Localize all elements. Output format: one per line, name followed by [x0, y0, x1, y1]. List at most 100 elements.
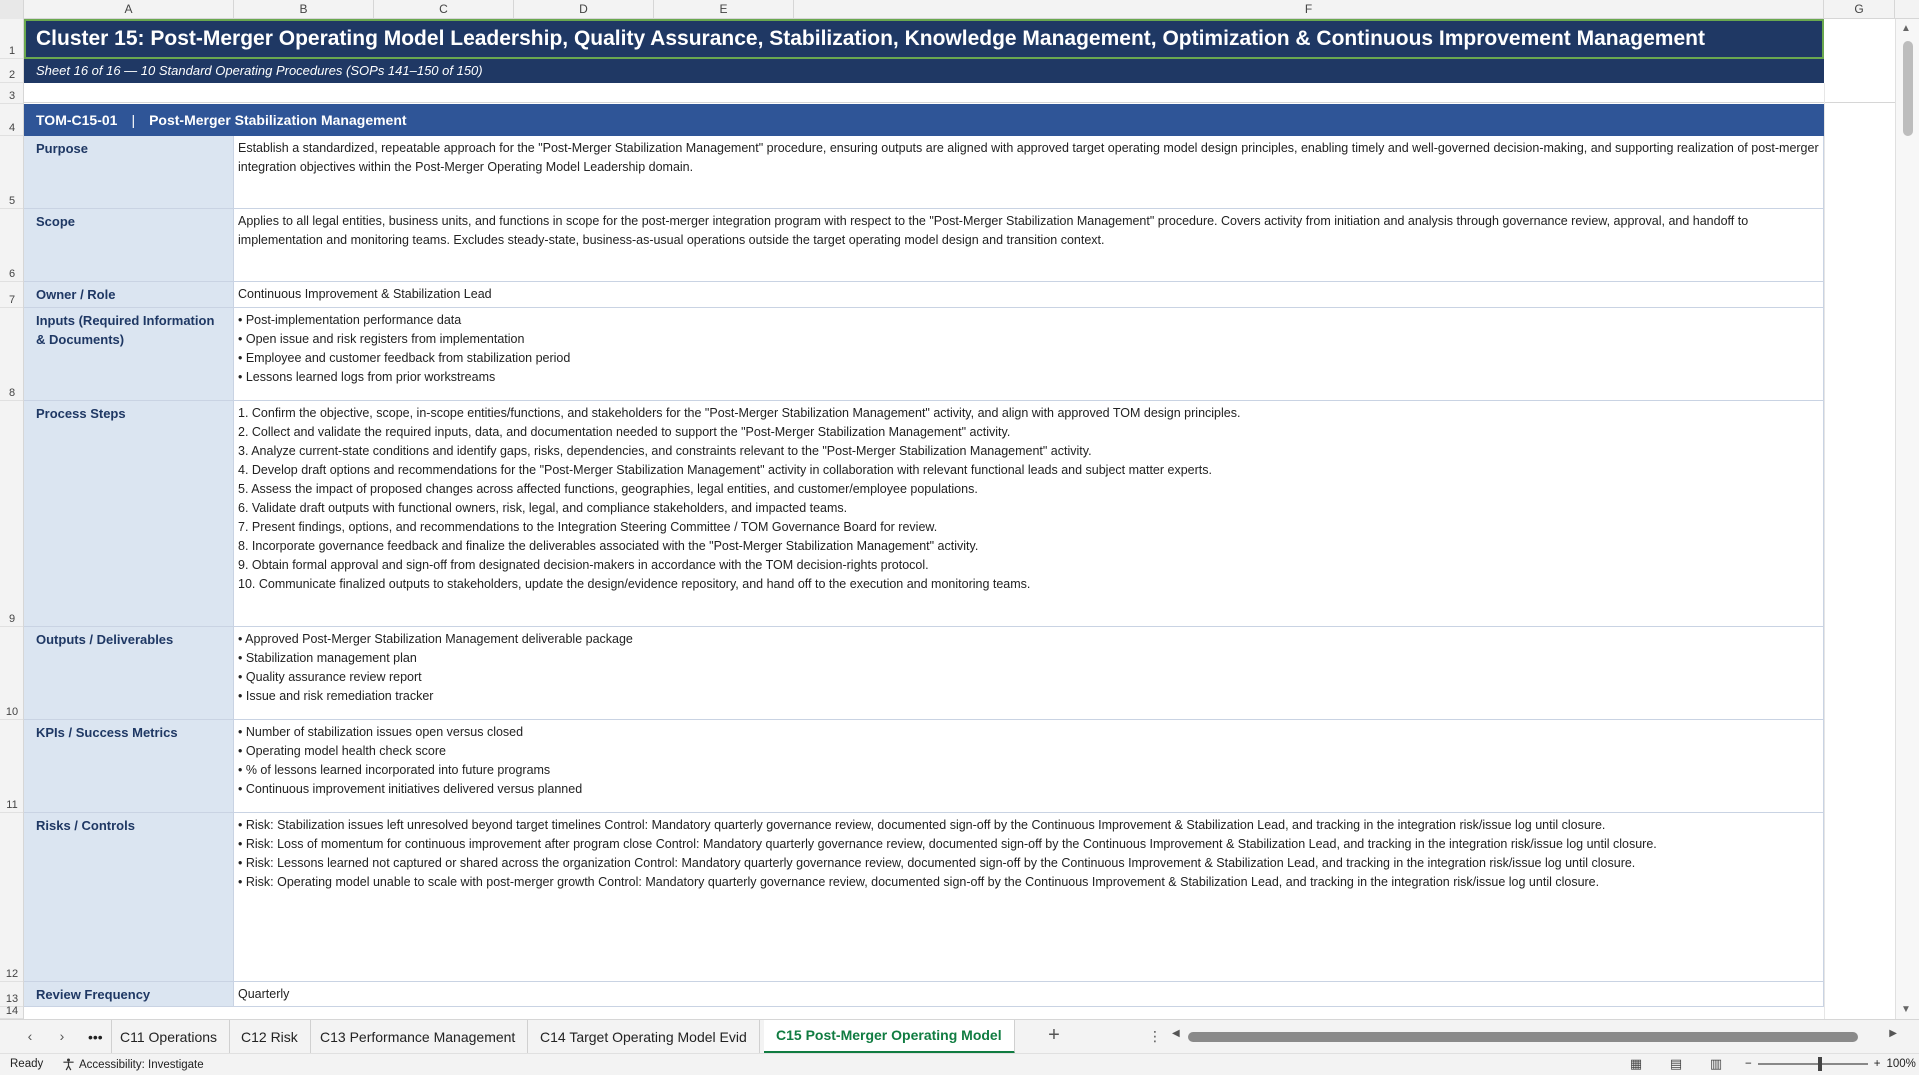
accessibility-status[interactable]: Accessibility: Investigate [62, 1058, 204, 1071]
sop-field-label[interactable]: Inputs (Required Information & Documents… [24, 308, 234, 400]
sop-field-line: 5. Assess the impact of proposed changes… [238, 482, 978, 496]
zoom-out-button[interactable]: − [1745, 1058, 1752, 1070]
sop-field-label[interactable]: Purpose [24, 136, 234, 208]
row-header[interactable]: 3 [0, 83, 23, 104]
sop-field-line: Continuous Improvement & Stabilization L… [238, 287, 492, 301]
column-header-g[interactable]: G [1824, 0, 1895, 19]
tab-menu-icon[interactable]: ⋮ [1148, 1028, 1162, 1045]
row-header[interactable]: 7 [0, 282, 23, 308]
sop-field-value[interactable]: Quarterly [234, 982, 1824, 1006]
row-header[interactable]: 4 [0, 104, 23, 136]
sop-field-label[interactable]: Scope [24, 209, 234, 281]
zoom-slider[interactable] [1757, 1057, 1868, 1071]
sop-header[interactable]: TOM-C15-01 | Post-Merger Stabilization Man… [24, 104, 1824, 136]
sop-field-line: • Risk: Loss of momentum for continuous … [238, 837, 1657, 851]
sheet-tab-bar: ‹ › ••• C11 Operations C12 Risk C13 Perf… [0, 1019, 1919, 1054]
page-layout-view-icon[interactable]: ▤ [1667, 1056, 1685, 1072]
column-header-d[interactable]: D [514, 0, 654, 19]
select-all-corner[interactable] [0, 0, 24, 19]
sop-field-label[interactable]: Outputs / Deliverables [24, 627, 234, 719]
row-header[interactable]: 11 [0, 720, 23, 813]
sop-field-line: • Open issue and risk registers from imp… [238, 332, 525, 346]
vertical-scrollbar[interactable]: ▲ ▼ [1895, 19, 1919, 1019]
sop-field-line: 7. Present findings, options, and recomm… [238, 520, 938, 534]
sop-field-line: • % of lessons learned incorporated into… [238, 763, 551, 777]
row-header[interactable]: 14 [0, 1005, 23, 1019]
vertical-scroll-thumb[interactable] [1903, 41, 1913, 136]
zoom-in-button[interactable]: + [1874, 1058, 1881, 1070]
sop-field-row: Scope Applies to all legal entities, busi… [24, 209, 1824, 282]
sop-field-line: 8. Incorporate governance feedback and f… [238, 539, 979, 553]
spreadsheet-window: A B C D E F G 1 2 3 4 5 6 7 8 9 10 11 12… [0, 0, 1919, 1075]
zoom-level[interactable]: 100% [1886, 1058, 1915, 1070]
row-header[interactable]: 6 [0, 209, 23, 282]
sop-field-row: Risks / Controls • Risk: Stabilization is… [24, 813, 1824, 982]
sheet-title[interactable]: Cluster 15: Post-Merger Operating Model … [24, 19, 1824, 59]
sop-field-line: • Number of stabilization issues open ve… [238, 725, 524, 739]
previous-sheet-icon[interactable]: ‹ [20, 1028, 40, 1044]
empty-row[interactable] [24, 83, 1895, 103]
sop-field-value[interactable]: Applies to all legal entities, business … [234, 209, 1824, 281]
sop-field-label[interactable]: Review Frequency [24, 982, 234, 1006]
row-headers: 1 2 3 4 5 6 7 8 9 10 11 12 13 14 [0, 19, 24, 1019]
page-break-preview-icon[interactable]: ▥ [1707, 1056, 1725, 1072]
tab-overflow-button[interactable]: ••• [80, 1020, 112, 1054]
row-header[interactable]: 10 [0, 627, 23, 720]
horizontal-scrollbar[interactable]: ◀ ▶ [1172, 1028, 1897, 1043]
sop-field-line: • Post-implementation performance data [238, 313, 462, 327]
scroll-left-arrow-icon[interactable]: ◀ [1172, 1028, 1180, 1039]
tab-c11-operations[interactable]: C11 Operations [108, 1020, 231, 1054]
sop-field-line: • Risk: Stabilization issues left unreso… [238, 818, 1606, 832]
scroll-up-arrow-icon[interactable]: ▲ [1901, 23, 1911, 34]
sheet-subtitle[interactable]: Sheet 16 of 16 — 10 Standard Operating P… [24, 59, 1824, 83]
sop-field-value[interactable]: • Approved Post-Merger Stabilization Man… [234, 627, 1824, 719]
sop-field-line: • Risk: Lessons learned not captured or … [238, 856, 1636, 870]
scroll-down-arrow-icon[interactable]: ▼ [1901, 1004, 1911, 1015]
tab-c13-performance-management[interactable]: C13 Performance Management [308, 1020, 529, 1054]
next-sheet-icon[interactable]: › [52, 1028, 72, 1044]
row-header[interactable]: 9 [0, 401, 23, 627]
sop-field-line: 3. Analyze current-state conditions and … [238, 444, 1092, 458]
row-header[interactable]: 2 [0, 59, 23, 83]
sop-field-value[interactable]: Continuous Improvement & Stabilization L… [234, 282, 1824, 307]
sop-field-line: Applies to all legal entities, business … [238, 214, 1749, 247]
accessibility-icon [63, 1058, 74, 1071]
sheet-grid[interactable]: Cluster 15: Post-Merger Operating Model … [24, 19, 1895, 1019]
row-header[interactable]: 5 [0, 136, 23, 209]
sop-field-label[interactable]: Process Steps [24, 401, 234, 626]
accessibility-label: Accessibility: Investigate [79, 1058, 204, 1071]
sop-field-value[interactable]: • Number of stabilization issues open ve… [234, 720, 1824, 812]
sop-field-line: 6. Validate draft outputs with functiona… [238, 501, 848, 515]
sop-separator: | [131, 112, 136, 128]
column-header-c[interactable]: C [374, 0, 514, 19]
sop-name: Post-Merger Stabilization Management [149, 112, 407, 128]
tab-c14-target-operating-model[interactable]: C14 Target Operating Model Evid [528, 1020, 760, 1054]
zoom-control: − + 100% [1745, 1057, 1916, 1071]
sop-field-value[interactable]: • Post-implementation performance data • … [234, 308, 1824, 400]
horizontal-scroll-thumb[interactable] [1188, 1032, 1858, 1042]
sop-field-label[interactable]: Owner / Role [24, 282, 234, 307]
column-header-b[interactable]: B [234, 0, 374, 19]
row-header[interactable]: 1 [0, 19, 23, 59]
sop-id: TOM-C15-01 [36, 112, 118, 128]
sop-field-value[interactable]: • Risk: Stabilization issues left unreso… [234, 813, 1824, 981]
column-header-a[interactable]: A [24, 0, 234, 19]
tab-c12-risk[interactable]: C12 Risk [229, 1020, 311, 1054]
column-header-e[interactable]: E [654, 0, 794, 19]
sop-field-label[interactable]: Risks / Controls [24, 813, 234, 981]
column-header-f[interactable]: F [794, 0, 1824, 19]
sop-field-line: • Lessons learned logs from prior workst… [238, 370, 496, 384]
sop-field-value[interactable]: 1. Confirm the objective, scope, in-scop… [234, 401, 1824, 626]
row-header[interactable]: 8 [0, 308, 23, 401]
add-sheet-button[interactable]: + [1042, 1024, 1066, 1047]
sop-field-label[interactable]: KPIs / Success Metrics [24, 720, 234, 812]
sop-field-row: Review Frequency Quarterly [24, 982, 1824, 1007]
normal-view-icon[interactable]: ▦ [1627, 1056, 1645, 1072]
sop-field-line: • Issue and risk remediation tracker [238, 689, 434, 703]
scroll-right-arrow-icon[interactable]: ▶ [1889, 1028, 1897, 1039]
zoom-slider-knob[interactable] [1817, 1057, 1822, 1071]
row-header[interactable]: 13 [0, 982, 23, 1007]
sop-field-value[interactable]: Establish a standardized, repeatable app… [234, 136, 1824, 208]
tab-c15-post-merger-operating-model[interactable]: C15 Post-Merger Operating Model [764, 1020, 1015, 1054]
row-header[interactable]: 12 [0, 813, 23, 982]
